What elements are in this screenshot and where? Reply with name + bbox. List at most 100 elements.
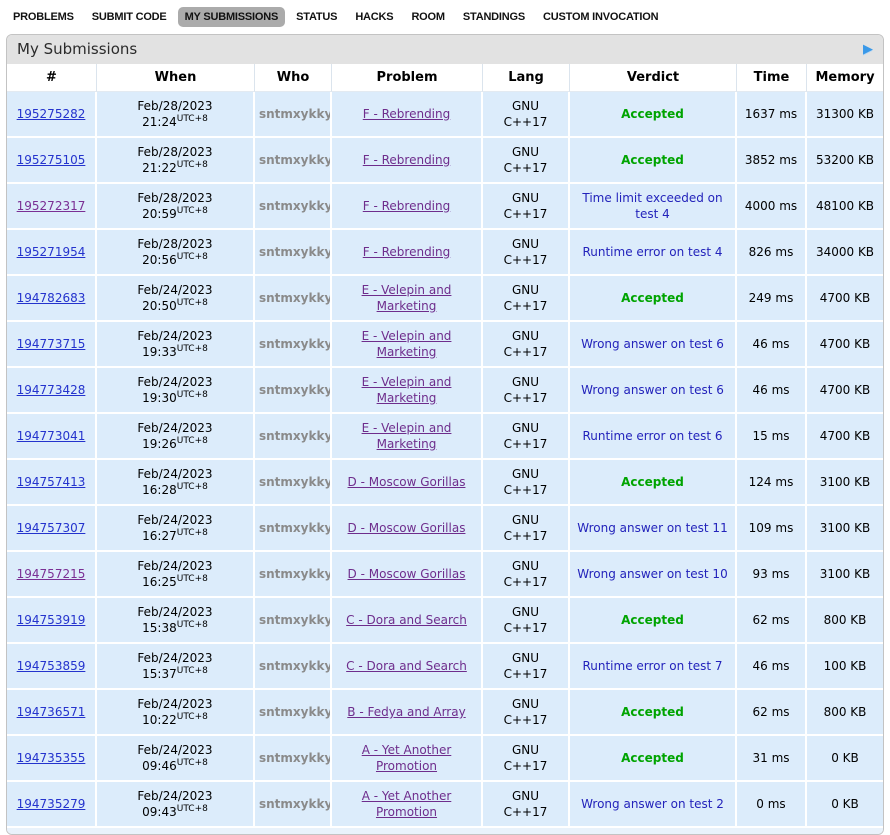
submission-lang-cell: GNU C++17 xyxy=(483,552,570,598)
submission-id-link[interactable]: 194736571 xyxy=(17,705,86,719)
problem-link[interactable]: A - Yet Another Promotion xyxy=(362,743,452,773)
username[interactable]: sntmxykky xyxy=(259,613,332,627)
problem-link[interactable]: C - Dora and Search xyxy=(346,613,467,627)
submission-memory-cell: 3100 KB xyxy=(807,460,883,506)
nav-item-submit-code[interactable]: SUBMIT CODE xyxy=(85,7,174,27)
table-row: 194773715Feb/24/202319:33UTC+8sntmxykkyE… xyxy=(7,322,883,368)
problem-link[interactable]: D - Moscow Gorillas xyxy=(348,567,466,581)
submission-id-link[interactable]: 194773041 xyxy=(17,429,86,443)
username[interactable]: sntmxykky xyxy=(259,521,332,535)
username[interactable]: sntmxykky xyxy=(259,567,332,581)
verdict-label[interactable]: Accepted xyxy=(621,153,684,167)
problem-link[interactable]: F - Rebrending xyxy=(363,245,451,259)
submission-id-link[interactable]: 195275105 xyxy=(17,153,86,167)
submission-memory-cell: 53200 KB xyxy=(807,138,883,184)
problem-link[interactable]: E - Velepin and Marketing xyxy=(362,329,452,359)
username[interactable]: sntmxykky xyxy=(259,751,332,765)
verdict-label[interactable]: Runtime error on test 6 xyxy=(582,429,722,443)
submission-id-link[interactable]: 195271954 xyxy=(17,245,86,259)
username[interactable]: sntmxykky xyxy=(259,107,332,121)
username[interactable]: sntmxykky xyxy=(259,245,332,259)
verdict-label[interactable]: Wrong answer on test 11 xyxy=(577,521,727,535)
submission-when-cell: Feb/24/202320:50UTC+8 xyxy=(97,276,255,322)
verdict-label[interactable]: Accepted xyxy=(621,107,684,121)
submission-problem-cell: D - Moscow Gorillas xyxy=(332,506,483,552)
submission-id-link[interactable]: 194757307 xyxy=(17,521,86,535)
username[interactable]: sntmxykky xyxy=(259,199,332,213)
submission-memory-cell: 800 KB xyxy=(807,598,883,644)
problem-link[interactable]: F - Rebrending xyxy=(363,107,451,121)
username[interactable]: sntmxykky xyxy=(259,153,332,167)
submission-time-cell: 62 ms xyxy=(737,690,807,736)
timezone-label: UTC+8 xyxy=(177,666,208,676)
submission-time: 20:59UTC+8 xyxy=(101,206,249,222)
submission-time: 19:30UTC+8 xyxy=(101,390,249,406)
submission-id-link[interactable]: 194753859 xyxy=(17,659,86,673)
submission-id-link[interactable]: 194735355 xyxy=(17,751,86,765)
username[interactable]: sntmxykky xyxy=(259,337,332,351)
expand-arrow-icon[interactable]: ▶ xyxy=(863,43,873,56)
verdict-label[interactable]: Time limit exceeded on test 4 xyxy=(582,191,722,221)
verdict-label[interactable]: Accepted xyxy=(621,291,684,305)
submission-date: Feb/24/2023 xyxy=(101,328,249,344)
problem-link[interactable]: B - Fedya and Array xyxy=(347,705,465,719)
verdict-label[interactable]: Wrong answer on test 10 xyxy=(577,567,727,581)
nav-item-problems[interactable]: PROBLEMS xyxy=(6,7,81,27)
problem-link[interactable]: E - Velepin and Marketing xyxy=(362,375,452,405)
submission-id-link[interactable]: 194782683 xyxy=(17,291,86,305)
exec-time-label: 124 ms xyxy=(749,475,794,489)
verdict-label[interactable]: Wrong answer on test 6 xyxy=(581,383,724,397)
submission-id-cell: 194757413 xyxy=(7,460,97,506)
submission-id-link[interactable]: 194757215 xyxy=(17,567,86,581)
submission-problem-cell: F - Rebrending xyxy=(332,92,483,138)
problem-link[interactable]: E - Velepin and Marketing xyxy=(362,283,452,313)
column-header: Time xyxy=(737,64,807,92)
problem-link[interactable]: D - Moscow Gorillas xyxy=(348,475,466,489)
submission-id-link[interactable]: 194773428 xyxy=(17,383,86,397)
nav-item-room[interactable]: ROOM xyxy=(404,7,451,27)
nav-item-status[interactable]: STATUS xyxy=(289,7,344,27)
verdict-label[interactable]: Accepted xyxy=(621,613,684,627)
table-row: 194753859Feb/24/202315:37UTC+8sntmxykkyC… xyxy=(7,644,883,690)
problem-link[interactable]: D - Moscow Gorillas xyxy=(348,521,466,535)
problem-link[interactable]: E - Velepin and Marketing xyxy=(362,421,452,451)
nav-item-my-submissions[interactable]: MY SUBMISSIONS xyxy=(178,7,286,27)
problem-link[interactable]: F - Rebrending xyxy=(363,199,451,213)
submission-id-link[interactable]: 194773715 xyxy=(17,337,86,351)
submission-problem-cell: E - Velepin and Marketing xyxy=(332,414,483,460)
memory-label: 3100 KB xyxy=(820,521,870,535)
submission-lang-cell: GNU C++17 xyxy=(483,368,570,414)
verdict-label[interactable]: Wrong answer on test 6 xyxy=(581,337,724,351)
submission-id-link[interactable]: 195275282 xyxy=(17,107,86,121)
username[interactable]: sntmxykky xyxy=(259,429,332,443)
problem-link[interactable]: F - Rebrending xyxy=(363,153,451,167)
username[interactable]: sntmxykky xyxy=(259,475,332,489)
table-row: 194773428Feb/24/202319:30UTC+8sntmxykkyE… xyxy=(7,368,883,414)
submission-time-cell: 124 ms xyxy=(737,460,807,506)
submission-time: 09:46UTC+8 xyxy=(101,758,249,774)
verdict-label[interactable]: Accepted xyxy=(621,751,684,765)
nav-item-hacks[interactable]: HACKS xyxy=(348,7,400,27)
username[interactable]: sntmxykky xyxy=(259,705,332,719)
nav-item-standings[interactable]: STANDINGS xyxy=(456,7,532,27)
submission-who-cell: sntmxykky xyxy=(255,644,332,690)
submission-id-link[interactable]: 194757413 xyxy=(17,475,86,489)
submission-verdict-cell: Accepted xyxy=(570,92,737,138)
submission-id-link[interactable]: 195272317 xyxy=(17,199,86,213)
exec-time-label: 109 ms xyxy=(749,521,794,535)
nav-item-custom-invocation[interactable]: CUSTOM INVOCATION xyxy=(536,7,665,27)
verdict-label[interactable]: Accepted xyxy=(621,475,684,489)
submission-id-cell: 194757307 xyxy=(7,506,97,552)
username[interactable]: sntmxykky xyxy=(259,383,332,397)
verdict-label[interactable]: Runtime error on test 7 xyxy=(582,659,722,673)
username[interactable]: sntmxykky xyxy=(259,659,332,673)
submission-when-cell: Feb/24/202316:25UTC+8 xyxy=(97,552,255,598)
problem-link[interactable]: C - Dora and Search xyxy=(346,659,467,673)
submission-memory-cell: 3100 KB xyxy=(807,552,883,598)
memory-label: 34000 KB xyxy=(816,245,874,259)
verdict-label[interactable]: Accepted xyxy=(621,705,684,719)
verdict-label[interactable]: Runtime error on test 4 xyxy=(582,245,722,259)
username[interactable]: sntmxykky xyxy=(259,291,332,305)
submission-id-link[interactable]: 194753919 xyxy=(17,613,86,627)
panel-caption: My Submissions ▶ xyxy=(7,35,883,64)
